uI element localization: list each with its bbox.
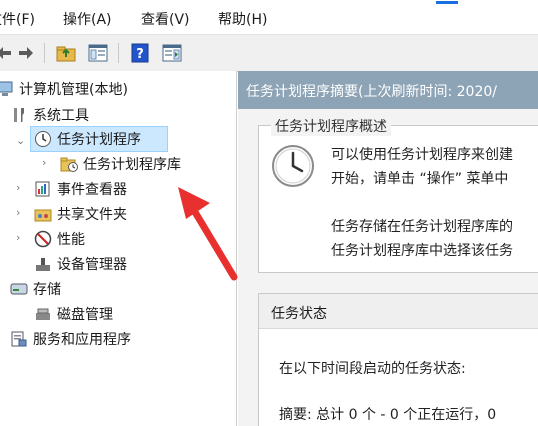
up-folder-icon[interactable] [54,41,78,65]
action-pane-icon[interactable] [160,41,184,65]
computer-management-icon [0,80,14,98]
tree-item-device-manager[interactable]: 设备管理器 [34,252,127,276]
tree-item-task-scheduler[interactable]: 任务计划程序 [30,126,168,152]
console-tree: 计算机管理(本地) 系统工具 ⌄ 任务计划程序 › 任务计划程序库 › 事件查看… [0,71,238,426]
tree-item-shared-folders[interactable]: 共享文件夹 [34,202,127,226]
chevron-right-icon[interactable]: › [16,206,20,219]
storage-icon [10,280,28,298]
toolbar: ? [0,34,538,72]
tree-label: 任务计划程序 [57,132,141,148]
toolbar-separator [118,43,119,63]
tree-label: 共享文件夹 [57,207,127,223]
menu-view[interactable]: 查看(V) [141,9,190,29]
tree-item-services-and-applications[interactable]: 服务和应用程序 [10,327,131,351]
menu-bar: 文件(F) 操作(A) 查看(V) 帮助(H) [0,0,538,34]
disk-management-icon [34,305,52,323]
tree-label: 磁盘管理 [57,307,113,323]
overview-line-2: 开始，请单击 “操作” 菜单中 [331,171,509,187]
tree-item-computer-management[interactable]: 计算机管理(本地) [0,77,128,101]
performance-icon [34,230,52,248]
event-viewer-icon [34,180,52,198]
summary-header: 任务计划程序摘要(上次刷新时间: 2020/ [238,71,538,109]
folder-clock-icon [60,155,78,173]
window-accent-line [436,1,458,4]
summary-pane: 任务计划程序摘要(上次刷新时间: 2020/ 任务计划程序概述 可以使用任务计划… [238,71,538,426]
shared-folder-icon [34,205,52,223]
task-status-summary: 摘要: 总计 0 个 - 0 个正在运行，0 [279,407,497,423]
menu-help[interactable]: 帮助(H) [218,9,267,29]
task-status-header[interactable]: 任务状态 [259,294,538,329]
tree-label: 设备管理器 [57,257,127,273]
tree-label: 存储 [33,282,61,298]
tree-label: 计算机管理(本地) [19,82,128,98]
overview-title: 任务计划程序概述 [271,116,391,136]
tree-item-task-scheduler-library[interactable]: 任务计划程序库 [60,152,181,176]
clock-icon [271,144,315,188]
device-manager-icon [34,255,52,273]
forward-icon[interactable] [14,41,38,65]
tree-item-disk-management[interactable]: 磁盘管理 [34,302,113,326]
chevron-right-icon[interactable]: › [16,231,20,244]
tree-item-storage[interactable]: 存储 [10,277,61,301]
menu-file[interactable]: 文件(F) [0,9,35,29]
summary-header-text: 任务计划程序摘要(上次刷新时间: 2020/ [246,84,497,100]
overview-line-4: 任务计划程序库中选择该任务 [331,243,513,259]
toolbar-separator [44,43,45,63]
task-status-section: 任务状态 在以下时间段启动的任务状态: 摘要: 总计 0 个 - 0 个正在运行… [258,293,538,426]
overview-line-3: 任务存储在任务计划程序库的 [331,219,513,235]
tree-label: 服务和应用程序 [33,332,131,348]
tree-label: 任务计划程序库 [83,157,181,173]
clock-icon [34,130,52,148]
overview-section: 任务计划程序概述 可以使用任务计划程序来创建 开始，请单击 “操作” 菜单中 任… [258,116,538,273]
chevron-down-icon[interactable]: ⌄ [16,134,25,147]
tree-label: 系统工具 [33,108,89,124]
task-status-line-1: 在以下时间段启动的任务状态: [279,361,466,377]
menu-action[interactable]: 操作(A) [63,9,112,29]
system-tools-icon [10,106,28,124]
tree-item-performance[interactable]: 性能 [34,227,85,251]
overview-line-1: 可以使用任务计划程序来创建 [331,147,513,163]
tree-item-system-tools[interactable]: 系统工具 [10,103,89,127]
svg-text:?: ? [136,47,144,62]
tree-label: 性能 [57,232,85,248]
show-hide-tree-icon[interactable] [86,41,110,65]
services-apps-icon [10,330,28,348]
chevron-right-icon[interactable]: › [16,181,20,194]
tree-item-event-viewer[interactable]: 事件查看器 [34,177,127,201]
task-status-title: 任务状态 [271,306,327,322]
help-icon[interactable]: ? [128,41,152,65]
chevron-right-icon[interactable]: › [42,156,46,169]
tree-label: 事件查看器 [57,182,127,198]
